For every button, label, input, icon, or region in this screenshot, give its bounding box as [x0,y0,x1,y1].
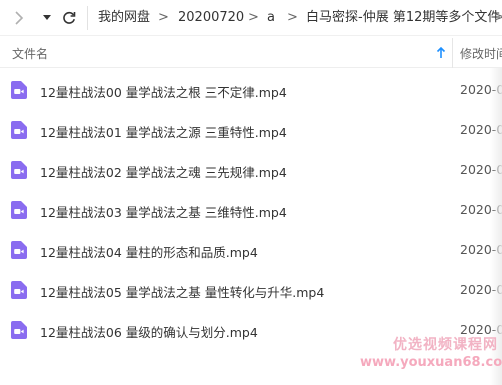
breadcrumb-separator: > [494,10,502,25]
breadcrumb-item-subfolder[interactable]: a [267,10,275,26]
video-file-icon [10,241,28,259]
watermark: 优选视频课程网 www.youxuan68.com [360,336,502,372]
table-header: 文件名 修改时间 [0,38,502,68]
file-row[interactable]: 12量柱战法02 量学战法之魂 三先规律.mp4 2020-0 [0,150,502,190]
caret-down-icon[interactable] [40,10,54,26]
chevron-right-icon[interactable] [11,9,27,27]
file-name[interactable]: 12量柱战法02 量学战法之魂 三先规律.mp4 [40,162,287,181]
video-file-icon [10,161,28,179]
file-row[interactable]: 12量柱战法00 量学战法之根 三不定律.mp4 2020-0 [0,70,502,110]
video-file-icon [10,81,28,99]
column-divider[interactable] [452,38,453,68]
breadcrumb-item-folder[interactable]: 20200720 [178,10,244,26]
video-file-icon [10,321,28,339]
file-name[interactable]: 12量柱战法03 量学战法之基 三维特性.mp4 [40,202,287,221]
file-name[interactable]: 12量柱战法01 量学战法之源 三重特性.mp4 [40,122,287,141]
file-name[interactable]: 12量柱战法05 量学战法之基 量性转化与升华.mp4 [40,282,324,301]
column-header-name[interactable]: 文件名 [12,45,48,62]
video-file-icon [10,121,28,139]
file-row[interactable]: 12量柱战法04 量柱的形态和品质.mp4 2020-0 [0,230,502,270]
file-name[interactable]: 12量柱战法06 量级的确认与划分.mp4 [40,322,258,341]
video-file-icon [10,281,28,299]
breadcrumb-separator: > [287,10,298,25]
breadcrumb-item-root[interactable]: 我的网盘 [98,10,150,26]
file-row[interactable]: 12量柱战法03 量学战法之基 三维特性.mp4 2020-0 [0,190,502,230]
breadcrumb-separator: > [158,10,169,25]
file-name[interactable]: 12量柱战法04 量柱的形态和品质.mp4 [40,242,258,261]
breadcrumb-separator: > [248,10,259,25]
watermark-url: www.youxuan68.com [360,355,502,370]
toolbar-divider [87,6,88,30]
video-file-icon [10,201,28,219]
toolbar: 我的网盘 > 20200720 > a > 白马密探-仲展 第12期等多个文件 … [0,0,502,36]
breadcrumb-item-current[interactable]: 白马密探-仲展 第12期等多个文件 [306,10,500,26]
watermark-title: 优选视频课程网 [393,337,498,353]
file-row[interactable]: 12量柱战法01 量学战法之源 三重特性.mp4 2020-0 [0,110,502,150]
arrow-up-icon[interactable] [436,45,448,61]
refresh-icon[interactable] [60,9,78,27]
file-row[interactable]: 12量柱战法05 量学战法之基 量性转化与升华.mp4 2020-0 [0,270,502,310]
column-header-modified[interactable]: 修改时间 [460,45,502,62]
file-name[interactable]: 12量柱战法00 量学战法之根 三不定律.mp4 [40,82,287,101]
